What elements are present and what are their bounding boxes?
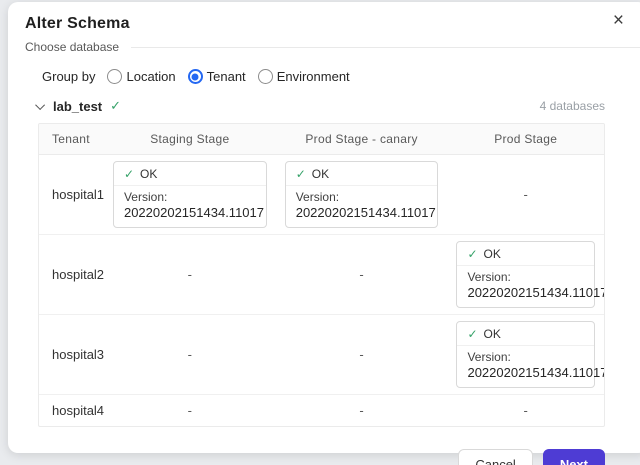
empty-status-cell: - [104, 347, 276, 362]
version-label: Version: [467, 270, 584, 285]
database-section-header[interactable]: lab_test ✓ 4 databases [8, 98, 640, 114]
group-by-label: Group by [42, 69, 95, 84]
page-title: Alter Schema [25, 15, 630, 33]
column-header-prod-stage: Prod Stage [447, 124, 604, 154]
subtitle-row: Choose database [8, 40, 640, 54]
table-row: hospital3 - - ✓ OK Version: 202202021514… [39, 315, 604, 395]
cancel-button[interactable]: Cancel [458, 449, 532, 465]
radio-label-tenant: Tenant [207, 69, 246, 84]
close-icon[interactable]: × [613, 11, 624, 31]
radio-option-location[interactable]: Location [107, 69, 175, 84]
empty-status-cell: - [104, 403, 276, 418]
check-icon: ✓ [467, 247, 477, 261]
database-count: 4 databases [540, 99, 605, 113]
radio-label-location: Location [126, 69, 175, 84]
status-card: ✓ OK Version: 20220202151434.11017 [285, 161, 439, 228]
empty-status-cell: - [447, 403, 604, 418]
tenant-name: hospital2 [39, 267, 104, 282]
alter-schema-dialog: Alter Schema × Choose database Group by … [8, 2, 640, 453]
status-label: OK [140, 167, 157, 181]
table-header-row: Tenant Staging Stage Prod Stage - canary… [39, 124, 604, 155]
chevron-down-icon[interactable] [35, 100, 45, 110]
status-label: OK [484, 247, 501, 261]
version-label: Version: [467, 350, 584, 365]
tenant-name: hospital3 [39, 347, 104, 362]
empty-status-cell: - [276, 347, 448, 362]
version-value: 20220202151434.11017 [124, 205, 256, 221]
status-cell: ✓ OK Version: 20220202151434.11017 [447, 235, 604, 314]
radio-icon-location[interactable] [107, 69, 122, 84]
status-label: OK [484, 327, 501, 341]
radio-icon-tenant[interactable] [188, 69, 203, 84]
version-value: 20220202151434.11017 [296, 205, 428, 221]
radio-option-environment[interactable]: Environment [258, 69, 350, 84]
version-label: Version: [124, 190, 256, 205]
page-background: { "modal": { "title": "Alter Schema", "s… [0, 0, 640, 465]
status-card: ✓ OK Version: 20220202151434.11017 [113, 161, 267, 228]
check-icon: ✓ [296, 167, 306, 181]
check-icon: ✓ [467, 327, 477, 341]
status-cell: ✓ OK Version: 20220202151434.11017 [276, 155, 448, 234]
radio-label-environment: Environment [277, 69, 350, 84]
empty-status-cell: - [276, 267, 448, 282]
table-row: hospital1 ✓ OK Version: 20220202151434.1… [39, 155, 604, 235]
radio-option-tenant[interactable]: Tenant [188, 69, 246, 84]
column-header-staging-stage: Staging Stage [104, 124, 276, 154]
database-name: lab_test [53, 99, 102, 114]
tenant-name: hospital1 [39, 187, 104, 202]
radio-icon-environment[interactable] [258, 69, 273, 84]
column-header-prod-stage-canary: Prod Stage - canary [276, 124, 448, 154]
status-card: ✓ OK Version: 20220202151434.11017 [456, 241, 595, 308]
status-cell: ✓ OK Version: 20220202151434.11017 [104, 155, 276, 234]
version-value: 20220202151434.11017 [467, 365, 584, 381]
dialog-footer: Cancel Next [8, 449, 640, 465]
status-cell: ✓ OK Version: 20220202151434.11017 [447, 315, 604, 394]
check-icon: ✓ [110, 98, 121, 114]
group-by-controls: Group by Location Tenant Environment [42, 69, 640, 84]
tenant-status-table: Tenant Staging Stage Prod Stage - canary… [38, 123, 605, 427]
empty-status-cell: - [104, 267, 276, 282]
column-header-tenant: Tenant [39, 124, 104, 154]
empty-status-cell: - [276, 403, 448, 418]
version-value: 20220202151434.11017 [467, 285, 584, 301]
next-button[interactable]: Next [543, 449, 605, 465]
version-label: Version: [296, 190, 428, 205]
tenant-name: hospital4 [39, 403, 104, 418]
dialog-header: Alter Schema × [8, 2, 640, 33]
dialog-subtitle: Choose database [25, 40, 119, 54]
table-row: hospital4 - - - [39, 395, 604, 426]
status-card: ✓ OK Version: 20220202151434.11017 [456, 321, 595, 388]
table-row: hospital2 - - ✓ OK Version: 202202021514… [39, 235, 604, 315]
empty-status-cell: - [447, 187, 604, 202]
subtitle-divider [131, 47, 640, 48]
status-label: OK [312, 167, 329, 181]
check-icon: ✓ [124, 167, 134, 181]
